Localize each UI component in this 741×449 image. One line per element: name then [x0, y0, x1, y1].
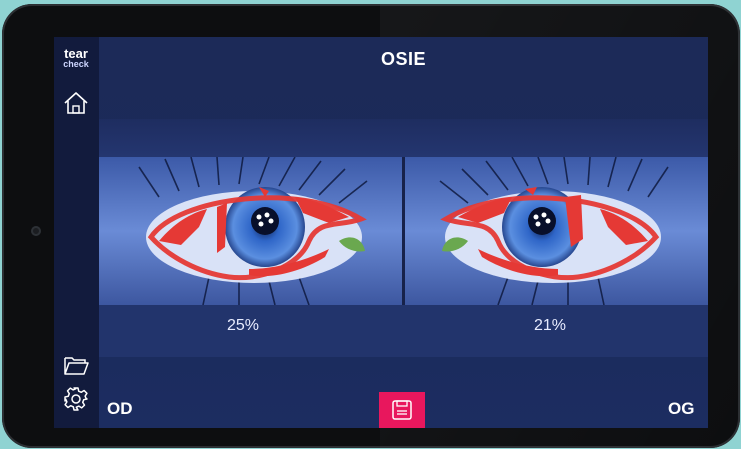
app-screen: tear check OSIE 25% 21% OD OG	[54, 37, 708, 428]
sidebar: tear check	[54, 37, 99, 428]
od-percentage: 25%	[227, 317, 260, 334]
eye-image-od	[99, 157, 402, 305]
save-icon	[392, 400, 412, 420]
od-label: OD	[107, 399, 133, 418]
camera-lens	[31, 226, 41, 236]
og-percentage: 21%	[534, 317, 567, 334]
header-band	[99, 119, 708, 157]
logo: tear check	[58, 47, 94, 69]
folder-icon[interactable]	[62, 351, 90, 379]
page-title: OSIE	[380, 49, 426, 69]
home-icon[interactable]	[62, 89, 90, 117]
gear-icon[interactable]	[62, 385, 90, 413]
save-button[interactable]	[379, 392, 425, 428]
logo-text-check: check	[63, 59, 89, 69]
percentage-row: 25% 21%	[99, 305, 708, 357]
og-label: OG	[668, 399, 695, 418]
eye-image-og	[405, 157, 708, 305]
eyes-panel	[99, 157, 708, 305]
